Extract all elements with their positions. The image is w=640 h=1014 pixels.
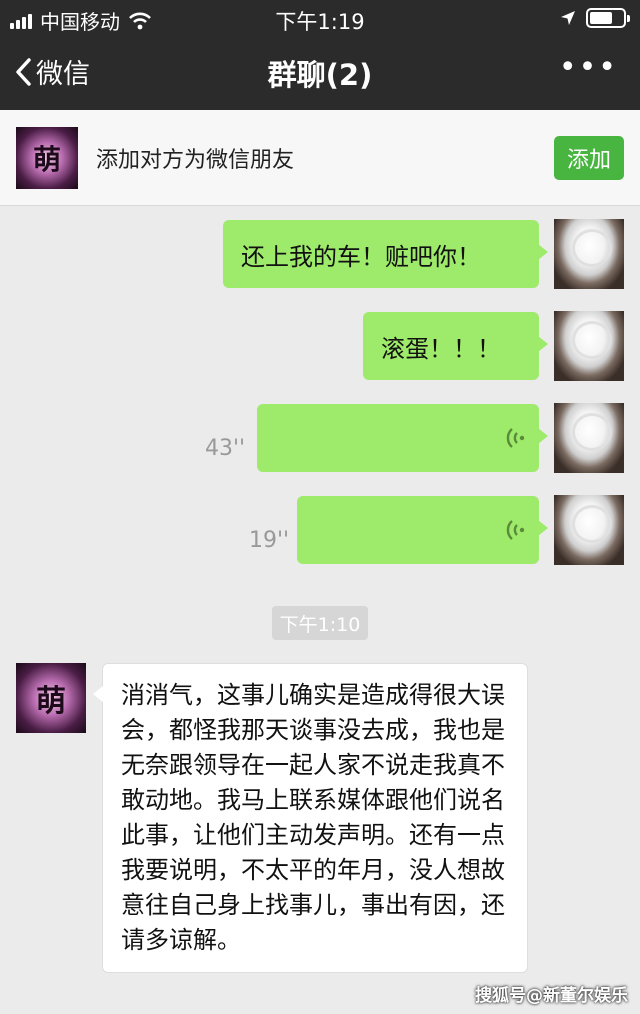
message-text: 滚蛋！！！ [381,334,501,363]
battery-icon [586,8,630,28]
voice-duration: 43'' [205,436,246,461]
voice-wave-icon [506,428,525,448]
status-right [560,8,630,28]
message-text: 还上我的车！赃吧你！ [241,242,481,271]
add-friend-banner: 萌 添加对方为微信朋友 添加 [0,110,640,206]
avatar-self[interactable] [554,311,624,381]
chat-title: 群聊(2) [267,58,373,92]
battery-fill [590,12,613,24]
avatar-self[interactable] [554,403,624,473]
voice-wave-icon [506,520,525,540]
message-bubble-received[interactable]: 消消气，这事儿确实是造成得很大误会，都怪我那天谈事没去成，我也是无奈跟领导在一起… [93,663,528,973]
status-time: 下午1:19 [275,10,365,34]
message-text: 消消气，这事儿确实是造成得很大误会，都怪我那天谈事没去成，我也是无奈跟领导在一起… [121,681,505,954]
more-button[interactable]: ••• [559,53,618,83]
avatar-self[interactable] [554,495,624,565]
timestamp-chip: 下午1:10 [272,606,368,640]
location-arrow-icon [561,11,575,25]
voice-duration: 19'' [249,528,290,553]
avatar[interactable]: 萌 [16,127,78,189]
voice-message[interactable] [257,404,548,472]
add-friend-button[interactable]: 添加 [554,136,624,180]
message-bubble-sent[interactable]: 还上我的车！赃吧你！ [223,220,548,288]
watermark: 搜狐号@新董尔娱乐 [475,986,628,1006]
avatar-other[interactable]: 萌 [16,663,86,733]
voice-message[interactable] [297,496,548,564]
status-bar: 中国移动 下午1:19 [0,0,640,36]
nav-bar: 微信 群聊(2) ••• [0,36,640,110]
message-bubble-sent[interactable]: 滚蛋！！！ [363,312,548,380]
avatar-self[interactable] [554,219,624,289]
add-friend-text: 添加对方为微信朋友 [96,148,295,173]
